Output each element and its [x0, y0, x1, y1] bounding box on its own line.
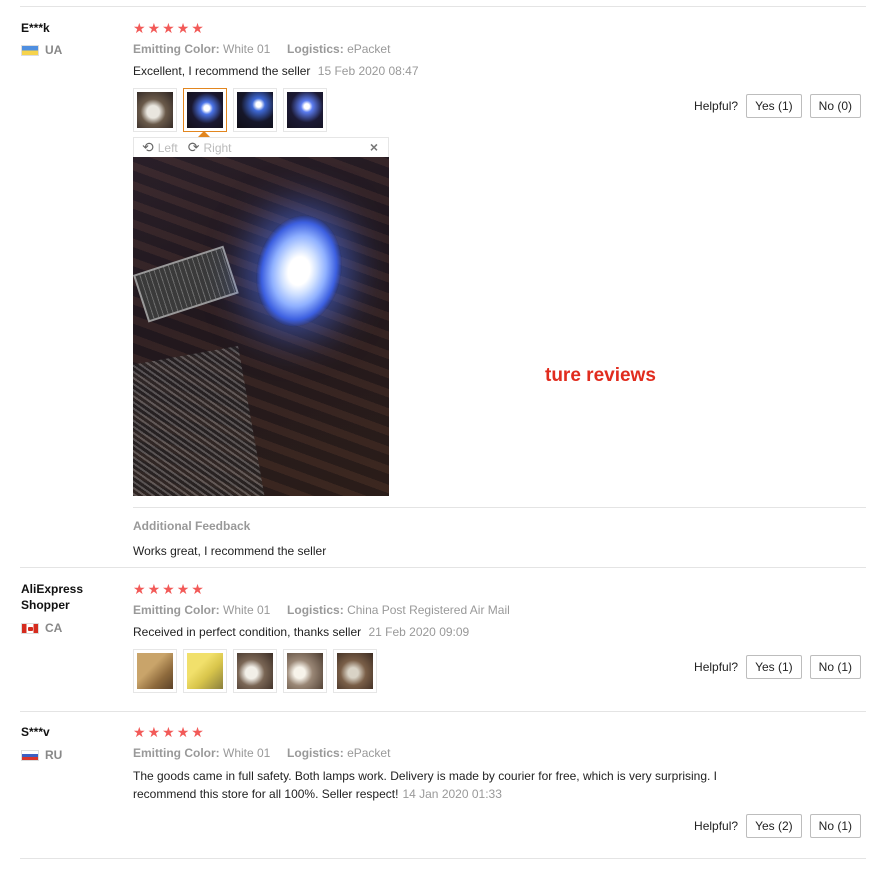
- star-icon: ★: [176, 581, 190, 597]
- star-icon: ★: [191, 20, 204, 36]
- russia-flag-icon: [21, 749, 39, 761]
- reviewer-name: E***k: [21, 21, 50, 35]
- review-photo-thumb[interactable]: [233, 649, 277, 693]
- image-viewer-toolbar: ⟲ Left ⟳ Right ×: [133, 137, 389, 157]
- review-photo-thumb[interactable]: [133, 88, 177, 132]
- rotate-left-label[interactable]: Left: [158, 141, 178, 155]
- review-photos: [133, 649, 377, 693]
- review-attributes: Emitting Color: White 01 Logistics: ePac…: [133, 746, 390, 760]
- divider: [20, 567, 866, 568]
- star-rating: ★ ★ ★ ★ ★: [133, 725, 204, 739]
- ukraine-flag-icon: [21, 44, 39, 56]
- star-icon: ★: [162, 20, 175, 36]
- review-attributes: Emitting Color: White 01 Logistics: Chin…: [133, 603, 510, 617]
- helpful-yes-button[interactable]: Yes (1): [746, 655, 802, 679]
- close-icon[interactable]: ×: [370, 139, 378, 155]
- review-photo-thumb[interactable]: [183, 649, 227, 693]
- review-photos: [133, 88, 327, 132]
- logistics-value: ePacket: [347, 746, 391, 760]
- logistics-value: ePacket: [347, 42, 391, 56]
- review-body: Excellent, I recommend the seller: [133, 64, 311, 78]
- reviewer-country: CA: [21, 621, 62, 635]
- review-attributes: Emitting Color: White 01 Logistics: ePac…: [133, 42, 390, 56]
- helpful-votes: Helpful? Yes (1) No (0): [694, 94, 861, 118]
- review-text: Excellent, I recommend the seller 15 Feb…: [133, 62, 419, 80]
- review-photo-thumb-selected[interactable]: [183, 88, 227, 132]
- helpful-label: Helpful?: [694, 99, 739, 113]
- helpful-no-button[interactable]: No (0): [809, 94, 861, 118]
- reviewer-country: RU: [21, 748, 62, 762]
- star-icon: ★: [191, 724, 204, 740]
- review-photo-enlarged: [133, 157, 389, 496]
- rotate-left-icon[interactable]: ⟲: [142, 139, 154, 156]
- star-icon: ★: [133, 20, 146, 36]
- color-value: White 01: [223, 746, 271, 760]
- reviewer-country: UA: [21, 43, 62, 57]
- logistics-label: Logistics:: [287, 746, 344, 760]
- review-date: 14 Jan 2020 01:33: [402, 787, 502, 801]
- review-photo-thumb[interactable]: [133, 649, 177, 693]
- review-date: 15 Feb 2020 08:47: [317, 64, 419, 78]
- divider: [20, 6, 866, 7]
- divider: [20, 711, 866, 712]
- logistics-label: Logistics:: [287, 603, 344, 617]
- helpful-yes-button[interactable]: Yes (2): [746, 814, 802, 838]
- review-photo-thumb[interactable]: [333, 649, 377, 693]
- helpful-votes: Helpful? Yes (1) No (1): [694, 655, 861, 679]
- divider: [133, 507, 866, 508]
- star-icon: ★: [133, 581, 146, 597]
- canada-flag-icon: [21, 622, 39, 634]
- rotate-right-icon[interactable]: ⟳: [188, 139, 200, 156]
- divider: [20, 858, 866, 859]
- helpful-no-button[interactable]: No (1): [809, 655, 861, 679]
- additional-feedback-text: Works great, I recommend the seller: [133, 544, 327, 558]
- review-text: The goods came in full safety. Both lamp…: [133, 767, 753, 803]
- review-photo-thumb[interactable]: [283, 88, 327, 132]
- review-body: Received in perfect condition, thanks se…: [133, 625, 362, 639]
- country-code: CA: [45, 621, 63, 635]
- helpful-label: Helpful?: [694, 819, 739, 833]
- review-photo-thumb[interactable]: [283, 649, 327, 693]
- reviewer-name: AliExpress Shopper: [21, 582, 84, 612]
- review-body-line: recommend this store for all 100%. Selle…: [133, 787, 502, 801]
- helpful-no-button[interactable]: No (1): [809, 814, 861, 838]
- country-code: UA: [45, 43, 63, 57]
- star-rating: ★ ★ ★ ★ ★: [133, 582, 204, 596]
- color-value: White 01: [223, 42, 271, 56]
- star-icon: ★: [176, 724, 190, 740]
- additional-feedback-label: Additional Feedback: [133, 519, 251, 533]
- color-label: Emitting Color:: [133, 42, 220, 56]
- star-icon: ★: [191, 581, 204, 597]
- star-icon: ★: [162, 724, 175, 740]
- star-icon: ★: [147, 724, 161, 740]
- helpful-votes: Helpful? Yes (2) No (1): [694, 814, 861, 838]
- country-code: RU: [45, 748, 63, 762]
- review-date: 21 Feb 2020 09:09: [368, 625, 470, 639]
- logistics-value: China Post Registered Air Mail: [347, 603, 510, 617]
- logistics-label: Logistics:: [287, 42, 344, 56]
- overlay-caption: ture reviews: [545, 365, 656, 386]
- star-rating: ★ ★ ★ ★ ★: [133, 21, 204, 35]
- star-icon: ★: [133, 724, 146, 740]
- rotate-right-label[interactable]: Right: [203, 141, 231, 155]
- review-text: Received in perfect condition, thanks se…: [133, 623, 469, 641]
- star-icon: ★: [147, 20, 161, 36]
- helpful-label: Helpful?: [694, 660, 739, 674]
- color-value: White 01: [223, 603, 271, 617]
- reviewer-name: S***v: [21, 725, 50, 739]
- star-icon: ★: [162, 581, 175, 597]
- star-icon: ★: [147, 581, 161, 597]
- review-body-line: The goods came in full safety. Both lamp…: [133, 769, 717, 783]
- helpful-yes-button[interactable]: Yes (1): [746, 94, 802, 118]
- review-photo-thumb[interactable]: [233, 88, 277, 132]
- color-label: Emitting Color:: [133, 603, 220, 617]
- color-label: Emitting Color:: [133, 746, 220, 760]
- star-icon: ★: [176, 20, 190, 36]
